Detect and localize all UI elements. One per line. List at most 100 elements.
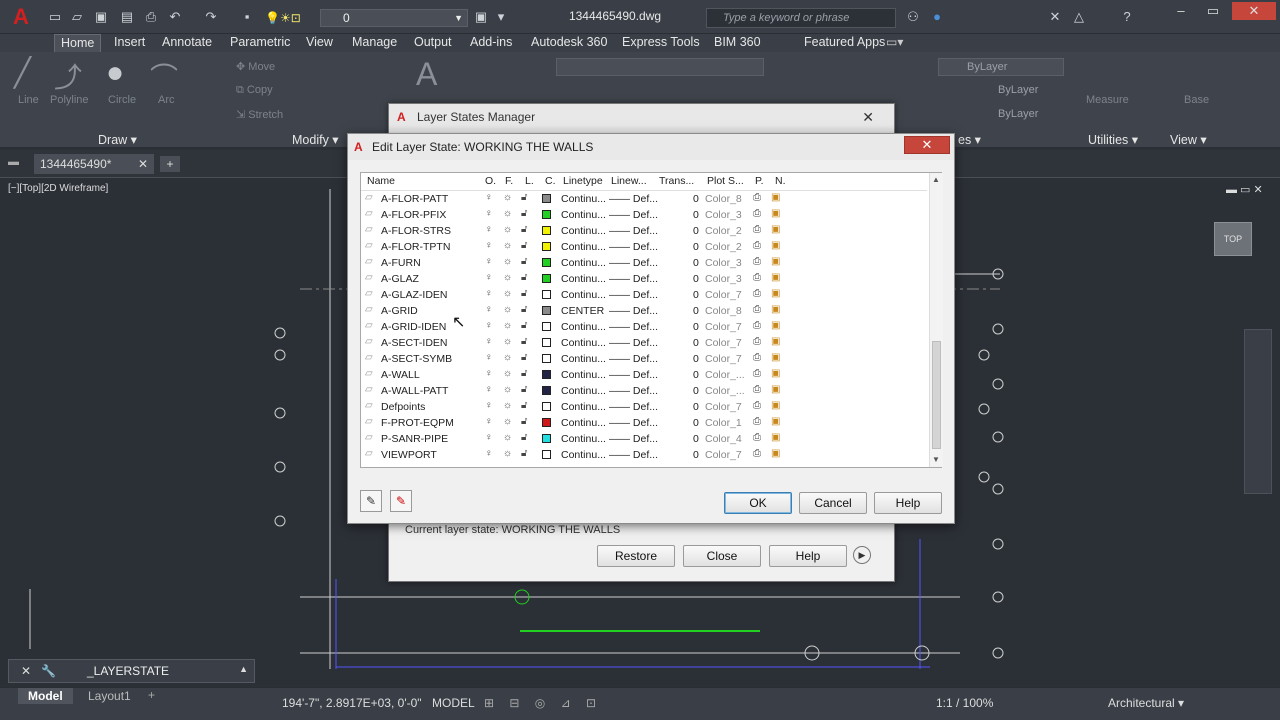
autodesk-app-icon[interactable]: △ [1070, 8, 1088, 26]
col-name[interactable]: Name [367, 175, 395, 187]
workspace-switch[interactable]: Architectural ▾ [1108, 688, 1184, 718]
unlock-icon[interactable]: 🔓︎ [521, 352, 527, 363]
close-icon[interactable]: ✕ [21, 664, 31, 678]
exchange-icon[interactable]: ✕ [1046, 8, 1064, 26]
layer-linetype[interactable]: Continu... [561, 193, 606, 205]
col-freeze[interactable]: F. [505, 175, 513, 187]
layer-row[interactable]: ▱ A-GRID ♀ ☼ 🔓︎ CENTER —— Def... 0 Color_8 ⎙ ▣ [361, 303, 927, 319]
print-icon[interactable]: ⎙ [142, 8, 160, 26]
tab-output[interactable]: Output [408, 34, 458, 52]
lightbulb-icon[interactable]: ♀ [485, 400, 493, 411]
color-swatch[interactable] [542, 322, 551, 331]
autocad-logo-icon[interactable]: A [4, 3, 38, 31]
model-space-toggle[interactable]: MODEL [432, 688, 475, 718]
layer-transparency[interactable]: 0 [693, 337, 699, 349]
scroll-up-icon[interactable]: ▲ [932, 175, 940, 184]
line-tool-icon[interactable]: ╱ [14, 56, 31, 89]
tab-parametric[interactable]: Parametric [224, 34, 296, 52]
lightbulb-icon[interactable]: ♀ [485, 256, 493, 267]
new-vp-freeze-icon[interactable]: ▣ [771, 352, 780, 363]
color-swatch[interactable] [542, 290, 551, 299]
col-lineweight[interactable]: Linew... [611, 175, 647, 187]
layer-row[interactable]: ▱ Defpoints ♀ ☼ 🔓︎ Continu... —— Def... 0 Color_… [361, 399, 927, 415]
color-swatch[interactable] [542, 242, 551, 251]
color-swatch[interactable] [542, 194, 551, 203]
lightbulb-icon[interactable]: ♀ [485, 432, 493, 443]
drafting-toggles[interactable]: ⊞ ⊟ ◎ ⊿ ⊡ [484, 688, 602, 718]
tab-add-ins[interactable]: Add-ins [464, 34, 518, 52]
tab-annotate[interactable]: Annotate [156, 34, 218, 52]
save-as-icon[interactable]: ▤ [118, 8, 136, 26]
color-dropdown[interactable]: ByLayer [938, 58, 1064, 76]
printer-icon[interactable]: ⎙ [753, 368, 761, 379]
layer-lineweight[interactable]: —— Def... [609, 289, 658, 301]
unlock-icon[interactable]: 🔓︎ [521, 240, 527, 251]
color-swatch[interactable] [542, 274, 551, 283]
layer-lineweight[interactable]: —— Def... [609, 369, 658, 381]
minimize-icon[interactable]: – [1166, 2, 1196, 20]
printer-icon[interactable]: ⎙ [753, 240, 761, 251]
sun-icon[interactable]: ☼ [503, 352, 512, 363]
layer-transparency[interactable]: 0 [693, 225, 699, 237]
printer-icon[interactable]: ⎙ [753, 288, 761, 299]
color-swatch[interactable] [542, 434, 551, 443]
tab-layout1[interactable]: Layout1 [78, 688, 141, 704]
chevron-up-icon[interactable]: ▲ [239, 664, 248, 674]
layer-transparency[interactable]: 0 [693, 417, 699, 429]
layer-linetype[interactable]: Continu... [561, 401, 606, 413]
new-vp-freeze-icon[interactable]: ▣ [771, 448, 780, 459]
unlock-icon[interactable]: 🔓︎ [521, 320, 527, 331]
layer-lineweight[interactable]: —— Def... [609, 337, 658, 349]
sun-icon[interactable]: ☼ [503, 432, 512, 443]
printer-icon[interactable]: ⎙ [753, 400, 761, 411]
sun-icon[interactable]: ☼ [503, 448, 512, 459]
new-vp-freeze-icon[interactable]: ▣ [771, 416, 780, 427]
tab-insert[interactable]: Insert [108, 34, 151, 52]
workspace-icon[interactable]: ▣ [472, 8, 490, 26]
lightbulb-icon[interactable]: ♀ [485, 192, 493, 203]
tab-featured-apps[interactable]: Featured Apps [798, 34, 891, 52]
wrench-icon[interactable]: 🔧 [41, 664, 56, 678]
color-swatch[interactable] [542, 210, 551, 219]
circle-tool-icon[interactable]: ● [106, 56, 124, 90]
color-swatch[interactable] [542, 338, 551, 347]
close-icon[interactable]: ✕ [904, 136, 950, 154]
sun-icon[interactable]: ☼ [503, 416, 512, 427]
layer-transparency[interactable]: 0 [693, 321, 699, 333]
new-vp-freeze-icon[interactable]: ▣ [771, 368, 780, 379]
cancel-button[interactable]: Cancel [799, 492, 867, 514]
color-swatch[interactable] [542, 450, 551, 459]
layer-row[interactable]: ▱ A-FLOR-STRS ♀ ☼ 🔓︎ Continu... —— Def... 0 Colo… [361, 223, 927, 239]
col-plot[interactable]: P. [755, 175, 764, 187]
color-swatch[interactable] [542, 402, 551, 411]
layer-linetype[interactable]: Continu... [561, 225, 606, 237]
layer-dropdown[interactable]: 💡☀⊡ 0 ▼ [265, 9, 468, 27]
sun-icon[interactable]: ☼ [503, 304, 512, 315]
printer-icon[interactable]: ⎙ [753, 256, 761, 267]
layer-row[interactable]: ▱ A-WALL-PATT ♀ ☼ 🔓︎ Continu... —— Def... 0 Colo… [361, 383, 927, 399]
new-vp-freeze-icon[interactable]: ▣ [771, 224, 780, 235]
new-vp-freeze-icon[interactable]: ▣ [771, 240, 780, 251]
unlock-icon[interactable]: 🔓︎ [521, 432, 527, 443]
lightbulb-icon[interactable]: ♀ [485, 336, 493, 347]
col-linetype[interactable]: Linetype [563, 175, 603, 187]
viewport-window-controls[interactable]: ▬ ▭ ✕ [1226, 183, 1263, 196]
layer-transparency[interactable]: 0 [693, 241, 699, 253]
layer-linetype[interactable]: Continu... [561, 273, 606, 285]
layer-row[interactable]: ▱ A-SECT-SYMB ♀ ☼ 🔓︎ Continu... —— Def... 0 Colo… [361, 351, 927, 367]
lightbulb-icon[interactable]: ♀ [485, 368, 493, 379]
col-transparency[interactable]: Trans... [659, 175, 694, 187]
panel-title-view[interactable]: View ▾ [1170, 132, 1207, 148]
unlock-icon[interactable]: 🔓︎ [521, 400, 527, 411]
color-swatch[interactable] [542, 418, 551, 427]
arc-tool-icon[interactable]: ⌒ [150, 56, 178, 96]
color-swatch[interactable] [542, 354, 551, 363]
new-tab-button[interactable]: + [160, 156, 180, 172]
unlock-icon[interactable]: 🔓︎ [521, 336, 527, 347]
menu-icon[interactable]: ▬ [8, 156, 19, 168]
expand-more-icon[interactable]: ▶ [853, 546, 871, 564]
lightbulb-icon[interactable]: ♀ [485, 416, 493, 427]
layer-linetype[interactable]: Continu... [561, 449, 606, 461]
help-button[interactable]: Help [874, 492, 942, 514]
layer-lineweight[interactable]: —— Def... [609, 305, 658, 317]
